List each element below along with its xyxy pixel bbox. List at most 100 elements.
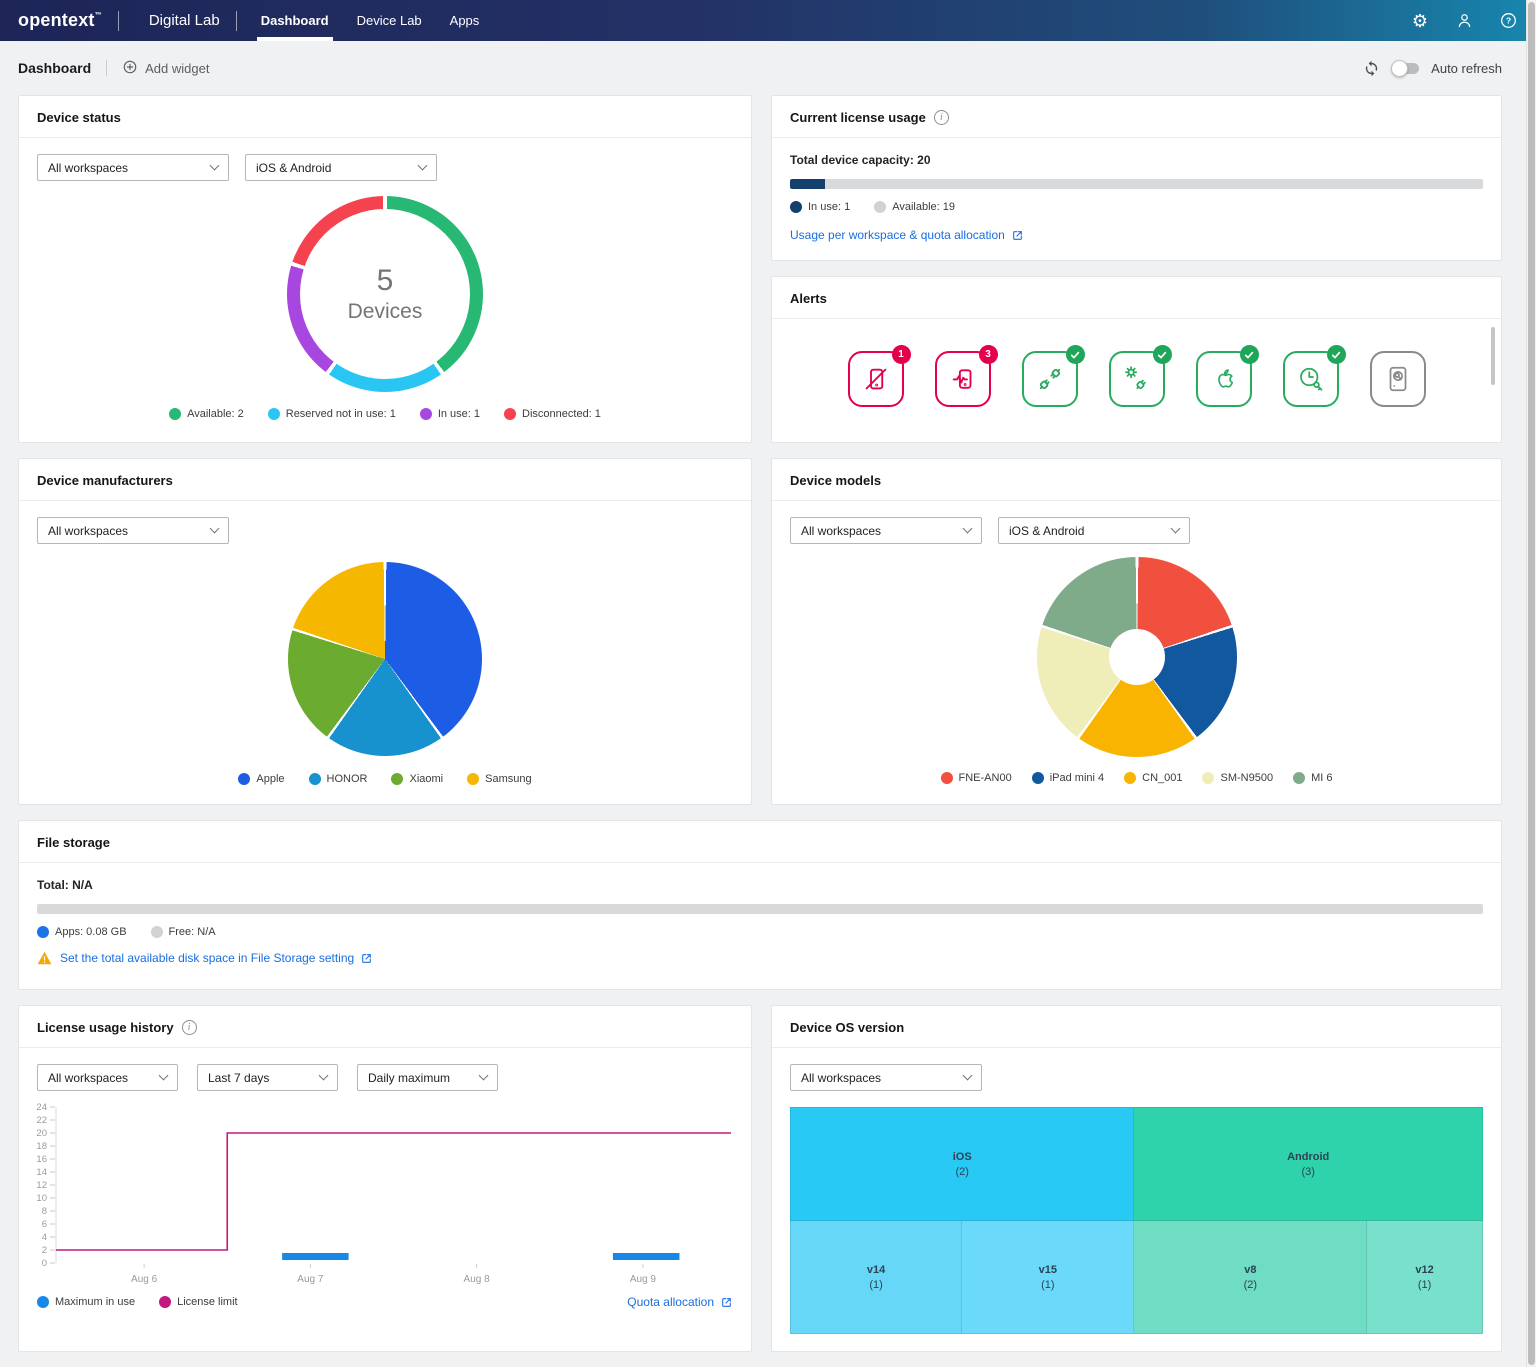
alert-tile-license-expiration[interactable] xyxy=(1283,351,1339,407)
alert-tile-connector-settings[interactable] xyxy=(1109,351,1165,407)
legend-dot-icon xyxy=(238,773,250,785)
help-icon[interactable]: ? xyxy=(1498,11,1518,31)
info-icon[interactable]: i xyxy=(934,110,949,125)
os-filter-dropdown[interactable]: iOS & Android xyxy=(998,517,1190,544)
primary-tabs: Dashboard Device Lab Apps xyxy=(247,0,494,41)
scrollbar-thumb[interactable] xyxy=(1528,2,1535,1365)
legend-dot-icon xyxy=(268,408,280,420)
page-scrollbar[interactable] xyxy=(1526,0,1536,1367)
license-expiration-icon xyxy=(1296,364,1326,394)
file-storage-setting-link[interactable]: Set the total available disk space in Fi… xyxy=(60,951,373,965)
widget-title: Device manufacturers xyxy=(37,473,173,488)
os-filter-dropdown[interactable]: iOS & Android xyxy=(245,154,437,181)
dashboard-content: Device status All workspaces iOS & Andro… xyxy=(0,95,1536,1352)
user-icon[interactable] xyxy=(1454,11,1474,31)
legend-item: SM-N9500 xyxy=(1202,772,1273,784)
treemap-cell-v12[interactable]: v12(1) xyxy=(1367,1221,1483,1334)
legend-item: Disconnected: 1 xyxy=(504,408,601,420)
tab-dashboard[interactable]: Dashboard xyxy=(247,0,343,41)
svg-text:2: 2 xyxy=(42,1245,47,1256)
widget-title: Device OS version xyxy=(790,1020,904,1035)
period-filter-dropdown[interactable]: Last 7 days xyxy=(197,1064,338,1091)
nav-divider xyxy=(118,11,119,31)
dropdown-value: All workspaces xyxy=(801,1071,881,1085)
widget-title: File storage xyxy=(37,835,110,850)
refresh-icon[interactable] xyxy=(1363,60,1380,77)
svg-text:22: 22 xyxy=(36,1115,47,1126)
disk-space-icon xyxy=(1383,364,1413,394)
history-legend: Maximum in useLicense limit xyxy=(37,1296,238,1308)
treemap-cell-v15[interactable]: v15(1) xyxy=(962,1221,1134,1334)
legend-dot-icon xyxy=(37,1296,49,1308)
toolbar-divider xyxy=(106,60,107,76)
alert-tile-apple[interactable] xyxy=(1196,351,1252,407)
chevron-down-icon xyxy=(159,1071,169,1081)
nav-divider xyxy=(236,11,237,31)
quota-allocation-link[interactable]: Quota allocation xyxy=(627,1295,733,1309)
connector-settings-icon xyxy=(1122,364,1152,394)
chevron-down-icon xyxy=(1171,524,1181,534)
legend-item: FNE-AN00 xyxy=(941,772,1012,784)
link-label: Set the total available disk space in Fi… xyxy=(60,951,354,965)
workspace-filter-dropdown[interactable]: All workspaces xyxy=(790,517,982,544)
alert-tile-device-disconnected[interactable]: 1 xyxy=(848,351,904,407)
alert-tile-disk-space[interactable] xyxy=(1370,351,1426,407)
settings-icon[interactable]: ⚙ xyxy=(1410,11,1430,31)
legend-dot-icon xyxy=(159,1296,171,1308)
treemap-cell-ios[interactable]: iOS(2) xyxy=(790,1107,1134,1221)
product-name[interactable]: Digital Lab xyxy=(149,12,220,29)
workspace-filter-dropdown[interactable]: All workspaces xyxy=(37,154,229,181)
dropdown-value: iOS & Android xyxy=(1009,524,1084,538)
legend-dot-icon xyxy=(874,201,886,213)
legend-dot-icon xyxy=(941,772,953,784)
license-usage-history-widget: License usage history i All workspaces L… xyxy=(18,1005,752,1352)
workspace-filter-dropdown[interactable]: All workspaces xyxy=(37,517,229,544)
os-version-treemap: iOS(2)Android(3) v14(1)v15(1)v8(2)v12(1) xyxy=(790,1107,1483,1334)
alerts-widget: Alerts 13 xyxy=(771,276,1502,443)
dropdown-value: Daily maximum xyxy=(368,1071,450,1085)
alerts-scrollbar[interactable] xyxy=(1491,327,1495,385)
license-usage-fill xyxy=(790,179,825,189)
legend-dot-icon xyxy=(1202,772,1214,784)
license-usage-legend: In use: 1Available: 19 xyxy=(790,201,1483,213)
toggle-knob xyxy=(1391,60,1408,77)
alert-tile-connector[interactable] xyxy=(1022,351,1078,407)
dropdown-value: All workspaces xyxy=(48,524,128,538)
file-storage-bar xyxy=(37,904,1483,914)
manufacturers-pie-chart xyxy=(288,562,482,756)
tab-apps[interactable]: Apps xyxy=(436,0,494,41)
legend-item: Apps: 0.08 GB xyxy=(37,926,127,938)
page-title: Dashboard xyxy=(18,60,91,76)
page-toolbar: Dashboard Add widget Auto refresh xyxy=(0,41,1536,95)
widget-title: Device models xyxy=(790,473,881,488)
connector-icon xyxy=(1035,364,1065,394)
add-widget-icon xyxy=(122,59,138,78)
treemap-cell-android[interactable]: Android(3) xyxy=(1134,1107,1483,1221)
workspace-filter-dropdown[interactable]: All workspaces xyxy=(790,1064,982,1091)
svg-text:0: 0 xyxy=(42,1258,47,1269)
legend-dot-icon xyxy=(504,408,516,420)
info-icon[interactable]: i xyxy=(182,1020,197,1035)
workspace-filter-dropdown[interactable]: All workspaces xyxy=(37,1064,178,1091)
chevron-down-icon xyxy=(963,1071,973,1081)
legend-dot-icon xyxy=(1293,772,1305,784)
svg-text:24: 24 xyxy=(36,1102,47,1113)
alerts-tiles-row: 13 xyxy=(772,351,1501,407)
treemap-cell-v8[interactable]: v8(2) xyxy=(1134,1221,1367,1334)
legend-item: Maximum in use xyxy=(37,1296,135,1308)
usage-per-workspace-link[interactable]: Usage per workspace & quota allocation xyxy=(790,228,1024,242)
tab-device-lab[interactable]: Device Lab xyxy=(343,0,436,41)
auto-refresh-toggle[interactable] xyxy=(1392,63,1419,74)
legend-dot-icon xyxy=(1124,772,1136,784)
treemap-cell-v14[interactable]: v14(1) xyxy=(790,1221,962,1334)
svg-text:10: 10 xyxy=(36,1193,47,1204)
add-widget-button[interactable]: Add widget xyxy=(122,59,209,78)
alert-tile-device-health[interactable]: 3 xyxy=(935,351,991,407)
svg-text:14: 14 xyxy=(36,1167,47,1178)
external-link-icon xyxy=(1011,229,1024,242)
chevron-down-icon xyxy=(963,524,973,534)
device-status-legend: Available: 2Reserved not in use: 1In use… xyxy=(19,408,751,420)
aggregation-filter-dropdown[interactable]: Daily maximum xyxy=(357,1064,498,1091)
warning-icon xyxy=(37,951,52,965)
legend-item: Available: 19 xyxy=(874,201,955,213)
